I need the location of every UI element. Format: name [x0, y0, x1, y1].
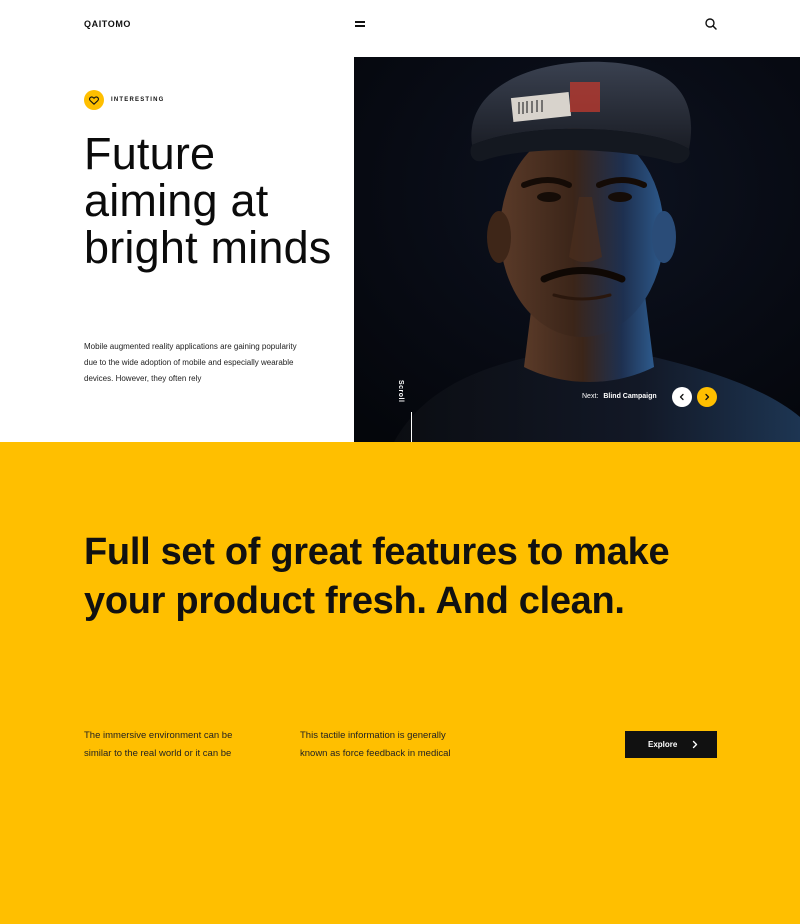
chevron-right-icon [691, 740, 699, 751]
heart-icon [84, 90, 104, 110]
hero-title: Future aiming at bright minds [84, 128, 332, 273]
category-badge: INTERESTING [84, 90, 165, 110]
features-section [0, 442, 800, 924]
next-slide-button[interactable] [697, 387, 717, 407]
badge-label: INTERESTING [111, 97, 165, 103]
features-text-col-2: This tactile information is generally kn… [300, 730, 451, 759]
chevron-right-icon [703, 393, 711, 401]
explore-label: Explore [648, 740, 678, 749]
search-icon[interactable] [704, 17, 718, 31]
prev-slide-button[interactable] [672, 387, 692, 407]
hero-image [354, 57, 800, 442]
next-slide-title: Blind Campaign [603, 393, 657, 400]
features-title: Full set of great features to make your … [84, 531, 670, 622]
logo[interactable]: QAITOMO [84, 19, 131, 29]
explore-button[interactable]: Explore [625, 731, 717, 758]
scroll-label[interactable]: Scroll [397, 380, 404, 402]
hamburger-icon[interactable] [354, 18, 368, 30]
scroll-indicator-line [411, 412, 412, 442]
features-text-col-1: The immersive environment can be similar… [84, 730, 233, 759]
next-prefix: Next: [582, 393, 599, 400]
hero-description: Mobile augmented reality applications ar… [84, 342, 297, 383]
next-slide-info[interactable]: Next: Blind Campaign [582, 393, 657, 400]
chevron-left-icon [678, 393, 686, 401]
